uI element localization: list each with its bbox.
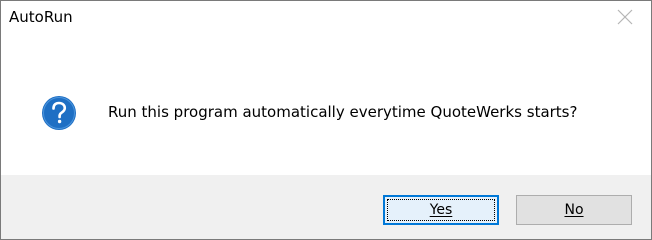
close-button[interactable]: [613, 5, 637, 29]
no-button[interactable]: No: [516, 195, 632, 225]
message-text: Run this program automatically everytime…: [108, 103, 578, 121]
no-button-label: No: [564, 202, 584, 218]
autorun-dialog: AutoRun Run this program automatically e…: [0, 0, 652, 240]
button-bar: Yes No: [1, 175, 651, 239]
focus-ring: [387, 199, 495, 221]
message-area: Run this program automatically everytime…: [1, 31, 651, 175]
close-icon: [617, 9, 633, 25]
window-title: AutoRun: [9, 8, 73, 26]
title-bar: AutoRun: [1, 1, 651, 31]
yes-button[interactable]: Yes: [383, 195, 499, 225]
question-icon: [42, 96, 76, 130]
